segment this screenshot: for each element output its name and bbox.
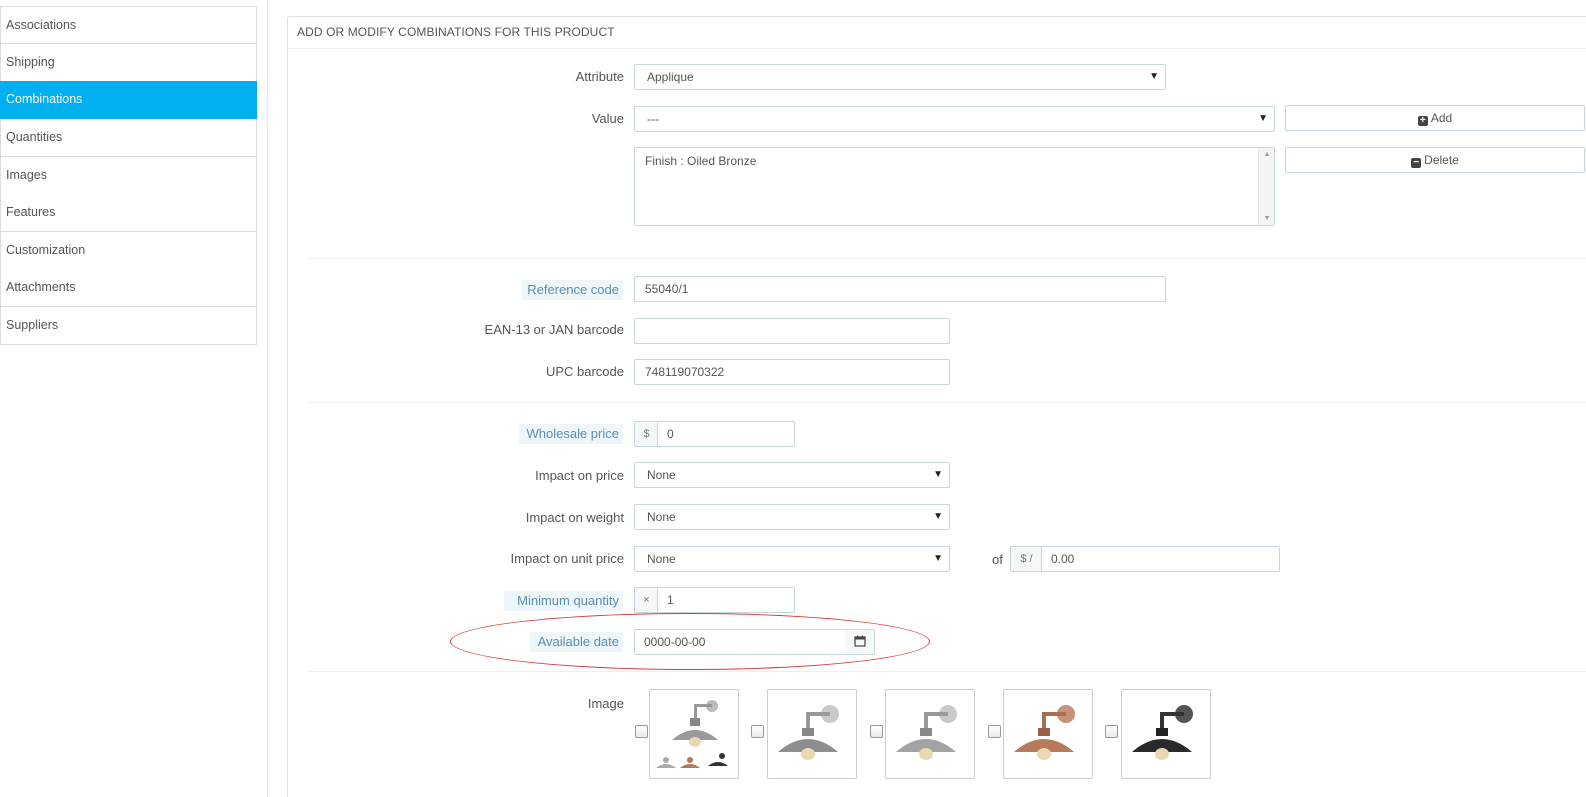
scroll-down-icon[interactable]: ▼	[1259, 215, 1275, 222]
wholesale-price-input[interactable]: 0	[657, 421, 795, 447]
times-addon: ×	[634, 587, 658, 613]
product-thumbnail	[885, 689, 975, 779]
available-date-label: Available date	[530, 632, 623, 652]
product-thumbnail	[767, 689, 857, 779]
lamp-image	[896, 705, 957, 760]
reference-code-label: Reference code	[522, 280, 623, 300]
image-checkbox[interactable]	[635, 725, 648, 738]
impact-price-label: Impact on price	[535, 468, 624, 483]
plus-square-icon: +	[1417, 116, 1428, 126]
scrollbar[interactable]: ▲ ▼	[1258, 148, 1274, 225]
upc-barcode-label: UPC barcode	[545, 364, 624, 379]
ean-barcode-input[interactable]	[634, 318, 950, 344]
sidebar-item-attachments[interactable]: Attachments	[0, 269, 257, 307]
product-thumbnail	[649, 689, 739, 779]
sidebar-item-label: Quantities	[6, 130, 63, 144]
sidebar-item-label: Associations	[6, 18, 77, 32]
impact-weight-select[interactable]: None ▼	[634, 504, 950, 530]
sidebar-item-features[interactable]: Features	[0, 194, 257, 232]
attribute-label: Attribute	[575, 69, 624, 84]
minimum-quantity-value: 1	[667, 593, 674, 607]
image-checkbox[interactable]	[988, 725, 1001, 738]
product-thumbnail	[1121, 689, 1211, 779]
reference-code-value: 55040/1	[645, 282, 689, 296]
lamp-image	[1132, 705, 1193, 760]
sidebar-item-label: Customization	[6, 243, 86, 257]
scroll-up-icon[interactable]: ▲	[1259, 151, 1275, 158]
combinations-panel: ADD OR MODIFY COMBINATIONS FOR THIS PROD…	[287, 16, 1586, 797]
upc-barcode-input[interactable]: 748119070322	[634, 359, 950, 385]
chevron-down-icon: ▼	[933, 469, 943, 480]
impact-weight-value: None	[647, 510, 676, 524]
sidebar-item-label: Suppliers	[6, 318, 59, 332]
calendar-icon	[854, 635, 866, 647]
available-date-value: 0000-00-00	[644, 635, 706, 649]
sidebar-item-associations[interactable]: Associations	[0, 6, 257, 44]
image-label: Image	[587, 696, 624, 711]
impact-weight-label: Impact on weight	[525, 510, 624, 525]
calendar-button[interactable]	[846, 629, 875, 655]
add-button-label: Add	[1430, 111, 1453, 125]
wholesale-price-label: Wholesale price	[519, 424, 623, 444]
impact-unit-price-label: Impact on unit price	[510, 551, 624, 566]
minus-square-icon: −	[1411, 158, 1422, 168]
value-select-value: ---	[647, 112, 659, 126]
chevron-down-icon: ▼	[1258, 113, 1268, 124]
section-divider	[308, 402, 1586, 403]
product-thumbnail	[1003, 689, 1093, 779]
sidebar-item-label: Features	[6, 205, 56, 219]
currency-addon: $	[634, 421, 658, 447]
sidebar-item-suppliers[interactable]: Suppliers	[0, 307, 257, 345]
reference-code-input[interactable]: 55040/1	[634, 276, 1166, 302]
wholesale-price-value: 0	[667, 427, 674, 441]
attribute-select[interactable]: Applique ▼	[634, 64, 1166, 90]
impact-price-value: None	[647, 468, 676, 482]
image-checkbox[interactable]	[1105, 725, 1118, 738]
section-divider	[308, 671, 1586, 672]
chevron-down-icon: ▼	[1149, 71, 1159, 82]
impact-price-select[interactable]: None ▼	[634, 462, 950, 488]
sidebar-item-label: Attachments	[6, 280, 76, 294]
section-divider	[308, 258, 1586, 259]
ean-barcode-label: EAN-13 or JAN barcode	[484, 322, 624, 337]
unit-price-input[interactable]: 0.00	[1041, 546, 1280, 572]
sidebar-item-images[interactable]: Images	[0, 157, 257, 195]
impact-unit-price-value: None	[647, 552, 676, 566]
add-button[interactable]: + Add	[1285, 105, 1585, 131]
sidebar-item-label: Combinations	[6, 92, 83, 106]
chevron-down-icon: ▼	[933, 553, 943, 564]
sidebar-item-shipping[interactable]: Shipping	[0, 44, 257, 82]
sidebar-item-combinations[interactable]: Combinations	[0, 81, 257, 119]
delete-button-label: Delete	[1424, 153, 1459, 167]
lamp-image	[778, 705, 839, 760]
minimum-quantity-input[interactable]: 1	[657, 587, 795, 613]
impact-unit-price-select[interactable]: None ▼	[634, 546, 950, 572]
sidebar-item-customization[interactable]: Customization	[0, 232, 257, 270]
minimum-quantity-label: Minimum quantity	[504, 591, 623, 611]
unit-price-value: 0.00	[1051, 552, 1075, 566]
image-checkbox[interactable]	[751, 725, 764, 738]
lamp-image	[1014, 705, 1075, 760]
lamp-image	[656, 700, 728, 768]
upc-barcode-value: 748119070322	[645, 365, 725, 379]
sidebar-item-label: Shipping	[6, 55, 55, 69]
unit-currency-addon: $ /	[1010, 546, 1042, 572]
sidebar-item-quantities[interactable]: Quantities	[0, 119, 257, 157]
combination-list[interactable]: Finish : Oiled Bronze ▲ ▼	[634, 147, 1275, 226]
combination-list-item[interactable]: Finish : Oiled Bronze	[635, 148, 1274, 168]
sidebar-item-label: Images	[6, 168, 47, 182]
available-date-input[interactable]: 0000-00-00	[634, 629, 847, 655]
attribute-select-value: Applique	[647, 70, 694, 84]
value-label: Value	[591, 111, 624, 126]
of-label: of	[992, 552, 1003, 567]
column-divider	[267, 0, 268, 797]
panel-title: ADD OR MODIFY COMBINATIONS FOR THIS PROD…	[288, 17, 1586, 49]
image-checkbox[interactable]	[870, 725, 883, 738]
delete-button[interactable]: − Delete	[1285, 147, 1585, 173]
value-select[interactable]: --- ▼	[634, 106, 1275, 132]
chevron-down-icon: ▼	[933, 511, 943, 522]
